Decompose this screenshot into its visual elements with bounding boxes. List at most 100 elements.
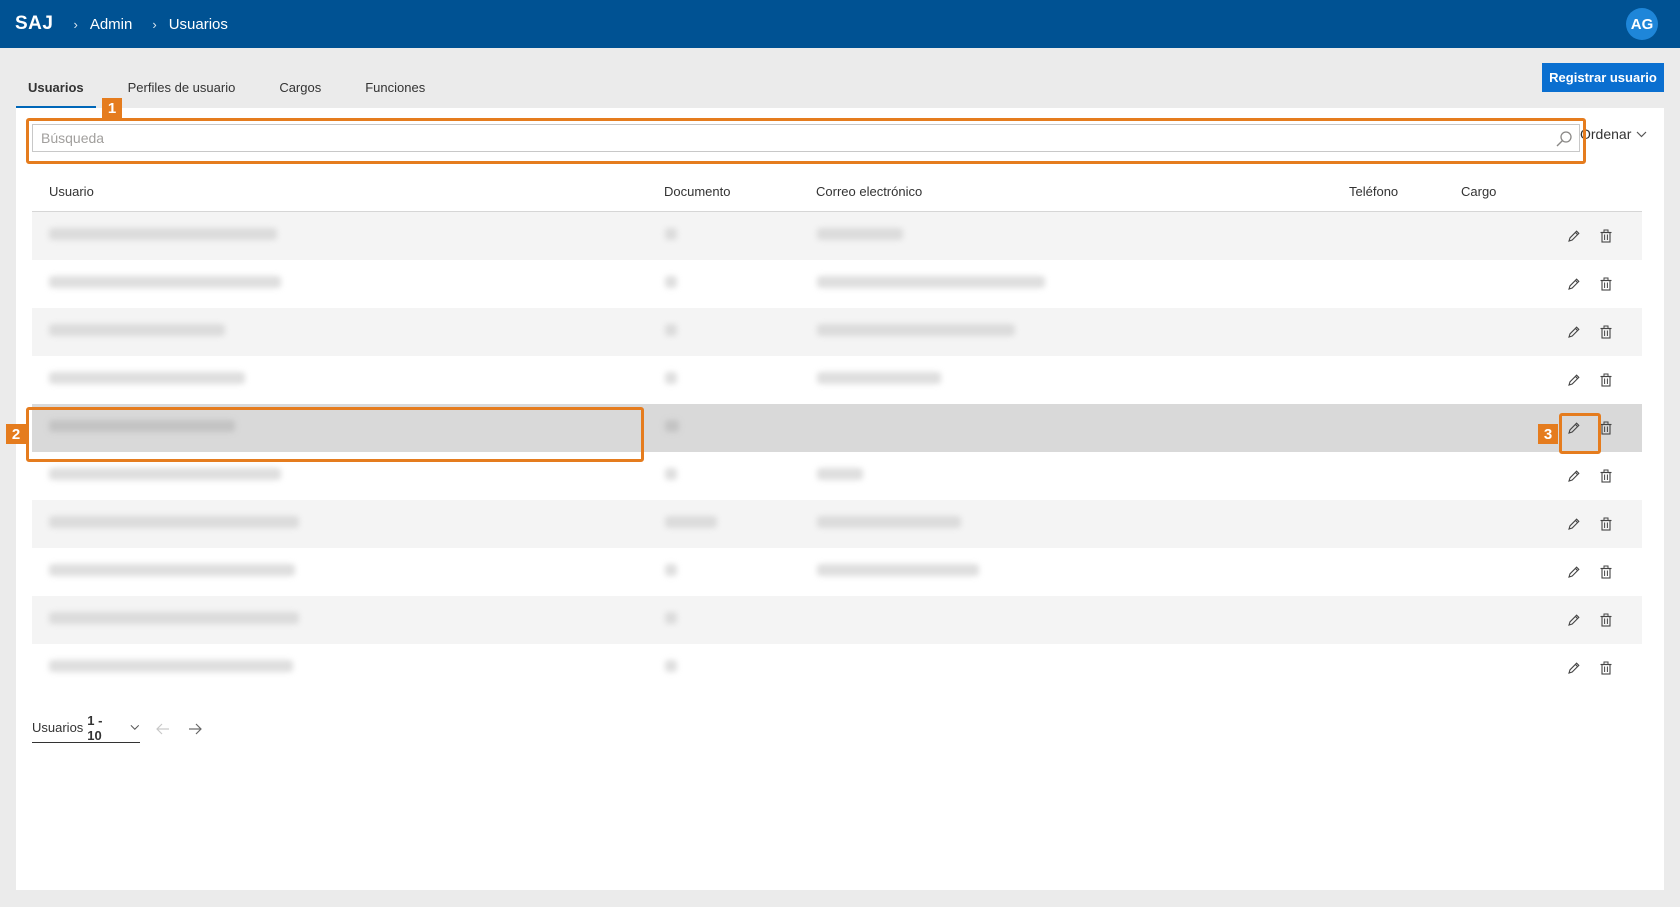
column-header-cargo[interactable]: Cargo [1461, 184, 1496, 199]
row-actions [1562, 272, 1626, 296]
column-header-usuario[interactable]: Usuario [49, 184, 94, 199]
table-row[interactable] [32, 356, 1642, 404]
row-actions [1562, 512, 1626, 536]
table-header: Usuario Documento Correo electrónico Tel… [32, 170, 1642, 212]
cell-usuario-redacted [49, 276, 281, 288]
tab-cargos[interactable]: Cargos [267, 70, 333, 108]
row-actions [1562, 368, 1626, 392]
breadcrumb-usuarios: Usuarios [168, 15, 228, 33]
pencil-icon[interactable] [1562, 272, 1586, 296]
users-table: Usuario Documento Correo electrónico Tel… [32, 170, 1642, 692]
trash-icon[interactable] [1594, 320, 1618, 344]
search-box [32, 124, 1580, 152]
row-actions [1562, 416, 1626, 440]
column-header-correo[interactable]: Correo electrónico [816, 184, 922, 199]
callout-number-3: 3 [1538, 424, 1558, 444]
cell-documento-redacted [665, 276, 677, 288]
cell-correo-redacted [817, 276, 1045, 288]
cell-documento-redacted [665, 516, 717, 528]
cell-usuario-redacted [49, 324, 225, 336]
cell-usuario-redacted [49, 660, 293, 672]
row-actions [1562, 224, 1626, 248]
arrow-right-icon[interactable] [186, 720, 204, 738]
trash-icon[interactable] [1594, 464, 1618, 488]
pencil-icon[interactable] [1562, 608, 1586, 632]
tab-usuarios[interactable]: Usuarios [16, 70, 96, 108]
table-row[interactable] [32, 644, 1642, 692]
table-row[interactable] [32, 596, 1642, 644]
chevron-down-icon [130, 724, 140, 730]
table-row[interactable] [32, 548, 1642, 596]
chevron-right-icon: › [152, 16, 157, 32]
row-actions [1562, 656, 1626, 680]
column-header-telefono[interactable]: Teléfono [1349, 184, 1398, 199]
trash-icon[interactable] [1594, 368, 1618, 392]
chevron-down-icon [1636, 131, 1647, 137]
tab-bar: Usuarios Perfiles de usuario Cargos Func… [16, 70, 457, 108]
trash-icon[interactable] [1594, 512, 1618, 536]
row-actions [1562, 320, 1626, 344]
pencil-icon[interactable] [1562, 368, 1586, 392]
cell-documento-redacted [665, 468, 677, 480]
pencil-icon[interactable] [1562, 416, 1586, 440]
cell-documento-redacted [665, 660, 677, 672]
search-input[interactable] [33, 125, 1579, 151]
table-row[interactable] [32, 260, 1642, 308]
cell-documento-redacted [665, 324, 677, 336]
trash-icon[interactable] [1594, 224, 1618, 248]
pencil-icon[interactable] [1562, 656, 1586, 680]
pagination-label: Usuarios [32, 720, 84, 735]
callout-number-1: 1 [102, 98, 122, 118]
cell-usuario-redacted [49, 420, 235, 432]
cell-usuario-redacted [49, 612, 299, 624]
pencil-icon[interactable] [1562, 464, 1586, 488]
avatar[interactable]: AG [1626, 8, 1658, 40]
sort-label: Ordenar [1580, 126, 1632, 142]
pencil-icon[interactable] [1562, 512, 1586, 536]
tab-funciones[interactable]: Funciones [353, 70, 437, 108]
pencil-icon[interactable] [1562, 560, 1586, 584]
pencil-icon[interactable] [1562, 224, 1586, 248]
table-body [32, 212, 1642, 692]
table-row[interactable] [32, 212, 1642, 260]
cell-usuario-redacted [49, 228, 277, 240]
users-panel: Ordenar Usuario Documento Correo electró… [16, 108, 1664, 890]
row-actions [1562, 464, 1626, 488]
table-row[interactable] [32, 404, 1642, 452]
breadcrumb-admin[interactable]: Admin [90, 16, 133, 33]
trash-icon[interactable] [1594, 272, 1618, 296]
cell-documento-redacted [665, 228, 677, 240]
top-bar: SAJ › Admin › Usuarios AG [0, 0, 1680, 48]
cell-usuario-redacted [49, 564, 295, 576]
sort-dropdown[interactable]: Ordenar [1580, 126, 1647, 142]
cell-correo-redacted [817, 516, 961, 528]
cell-correo-redacted [817, 324, 1015, 336]
trash-icon[interactable] [1594, 416, 1618, 440]
table-row[interactable] [32, 500, 1642, 548]
cell-correo-redacted [817, 372, 941, 384]
trash-icon[interactable] [1594, 608, 1618, 632]
cell-documento-redacted [665, 564, 677, 576]
pencil-icon[interactable] [1562, 320, 1586, 344]
cell-documento-redacted [665, 420, 679, 432]
table-row[interactable] [32, 308, 1642, 356]
table-row[interactable] [32, 452, 1642, 500]
tab-perfiles-de-usuario[interactable]: Perfiles de usuario [116, 70, 248, 108]
cell-usuario-redacted [49, 516, 299, 528]
pagination-selector[interactable]: Usuarios 1 - 10 [32, 713, 140, 743]
row-actions [1562, 608, 1626, 632]
search-icon[interactable] [1555, 130, 1573, 148]
app-logo[interactable]: SAJ [15, 13, 53, 35]
cell-documento-redacted [665, 612, 677, 624]
pagination-range: 1 - 10 [87, 712, 103, 743]
cell-correo-redacted [817, 468, 863, 480]
arrow-left-icon[interactable] [154, 720, 172, 738]
trash-icon[interactable] [1594, 560, 1618, 584]
register-user-button[interactable]: Registrar usuario [1542, 63, 1664, 92]
cell-usuario-redacted [49, 372, 245, 384]
column-header-documento[interactable]: Documento [664, 184, 730, 199]
trash-icon[interactable] [1594, 656, 1618, 680]
cell-correo-redacted [817, 564, 979, 576]
callout-number-2: 2 [6, 424, 26, 444]
cell-correo-redacted [817, 228, 903, 240]
